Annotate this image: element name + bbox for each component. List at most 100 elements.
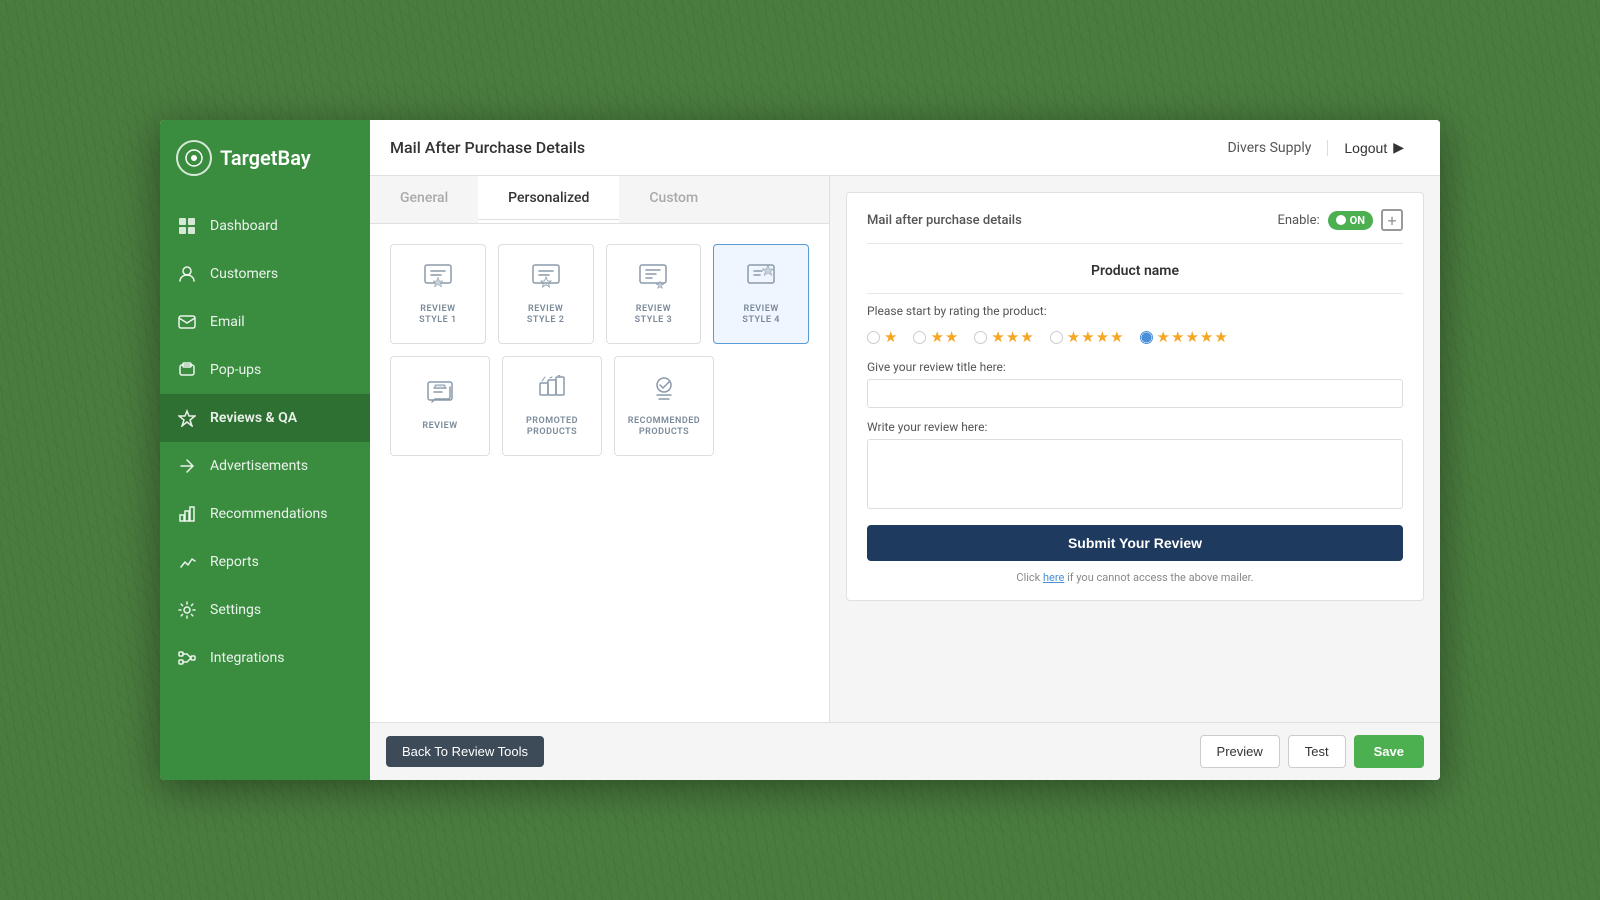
- page-header: Mail After Purchase Details Divers Suppl…: [370, 120, 1440, 176]
- sidebar-item-settings[interactable]: Settings: [160, 586, 370, 634]
- rating-option-1[interactable]: ★: [867, 328, 897, 346]
- template-card-style2-label: REVIEWSTYLE 2: [527, 304, 564, 326]
- recommendations-icon: [176, 503, 198, 525]
- main-content: Mail After Purchase Details Divers Suppl…: [370, 120, 1440, 780]
- review-style3-icon: [638, 263, 668, 298]
- toggle-switch[interactable]: ON: [1328, 211, 1373, 230]
- stars-5: ★ ★ ★ ★ ★: [1157, 328, 1228, 346]
- reviews-icon: [176, 407, 198, 429]
- sidebar-item-reports[interactable]: Reports: [160, 538, 370, 586]
- radio-4[interactable]: [1050, 331, 1063, 344]
- review-icon: [425, 380, 455, 415]
- template-card-style1-label: REVIEWSTYLE 1: [419, 304, 456, 326]
- sidebar-item-integrations[interactable]: Integrations: [160, 634, 370, 682]
- preview-header-right: Enable: ON +: [1277, 209, 1403, 231]
- save-button[interactable]: Save: [1354, 735, 1424, 768]
- click-here-text: Click here if you cannot access the abov…: [867, 571, 1403, 584]
- back-to-review-tools-button[interactable]: Back To Review Tools: [386, 736, 544, 767]
- right-panel: Mail after purchase details Enable: ON +: [830, 176, 1440, 722]
- sidebar-label-popups: Pop-ups: [210, 362, 261, 378]
- recommended-products-icon: [649, 375, 679, 410]
- star: ★: [1214, 328, 1227, 346]
- promoted-products-icon: [537, 375, 567, 410]
- star: ★: [1185, 328, 1198, 346]
- radio-1[interactable]: [867, 331, 880, 344]
- radio-3[interactable]: [974, 331, 987, 344]
- sidebar-item-reviews[interactable]: Reviews & QA: [160, 394, 370, 442]
- email-icon: [176, 311, 198, 333]
- template-card-style2[interactable]: REVIEWSTYLE 2: [498, 244, 594, 344]
- tab-custom[interactable]: Custom: [619, 176, 728, 223]
- sidebar-item-advertisements[interactable]: Advertisements: [160, 442, 370, 490]
- template-card-recommended[interactable]: RECOMMENDEDPRODUCTS: [614, 356, 714, 456]
- star: ★: [1006, 328, 1019, 346]
- star: ★: [1096, 328, 1109, 346]
- logout-button[interactable]: Logout ▶: [1328, 133, 1420, 162]
- settings-icon: [176, 599, 198, 621]
- radio-2[interactable]: [913, 331, 926, 344]
- star: ★: [1157, 328, 1170, 346]
- preview-header-title: Mail after purchase details: [867, 213, 1022, 228]
- template-grid: REVIEWSTYLE 1 REVIEWSTYLE 2: [370, 224, 829, 722]
- stars-2: ★ ★: [930, 328, 958, 346]
- footer-right-buttons: Preview Test Save: [1200, 735, 1424, 768]
- star: ★: [1171, 328, 1184, 346]
- product-name-text: Product name: [1091, 263, 1179, 279]
- star: ★: [1081, 328, 1094, 346]
- tabs: General Personalized Custom: [370, 176, 829, 224]
- advertisements-icon: [176, 455, 198, 477]
- sidebar-item-email[interactable]: Email: [160, 298, 370, 346]
- preview-container: Mail after purchase details Enable: ON +: [830, 176, 1440, 722]
- enable-label: Enable:: [1277, 213, 1319, 228]
- preview-button[interactable]: Preview: [1200, 735, 1280, 768]
- rating-option-4[interactable]: ★ ★ ★ ★: [1050, 328, 1124, 346]
- template-card-promoted[interactable]: PROMOTEDPRODUCTS: [502, 356, 602, 456]
- rating-option-5[interactable]: ★ ★ ★ ★ ★: [1140, 328, 1228, 346]
- test-button[interactable]: Test: [1288, 735, 1346, 768]
- review-body-textarea[interactable]: [867, 439, 1403, 509]
- rating-section: Please start by rating the product: ★: [867, 304, 1403, 346]
- submit-review-button[interactable]: Submit Your Review: [867, 525, 1403, 561]
- customers-icon: [176, 263, 198, 285]
- review-style4-icon: [746, 263, 776, 298]
- sidebar: TargetBay Dashboard: [160, 120, 370, 780]
- click-here-prefix: Click: [1016, 571, 1043, 584]
- star: ★: [884, 328, 897, 346]
- stars-1: ★: [884, 328, 897, 346]
- template-card-style4[interactable]: REVIEWSTYLE 4: [713, 244, 809, 344]
- sidebar-label-email: Email: [210, 314, 245, 330]
- radio-5-selected[interactable]: [1140, 331, 1153, 344]
- left-panel: General Personalized Custom: [370, 176, 830, 722]
- template-card-style3[interactable]: REVIEWSTYLE 3: [606, 244, 702, 344]
- sidebar-item-popups[interactable]: Pop-ups: [160, 346, 370, 394]
- sidebar-item-dashboard[interactable]: Dashboard: [160, 202, 370, 250]
- click-here-link[interactable]: here: [1043, 571, 1064, 584]
- template-card-review[interactable]: REVIEW: [390, 356, 490, 456]
- sidebar-item-customers[interactable]: Customers: [160, 250, 370, 298]
- popups-icon: [176, 359, 198, 381]
- integrations-icon: [176, 647, 198, 669]
- sidebar-label-reviews: Reviews & QA: [210, 410, 297, 426]
- logout-icon: ▶: [1393, 139, 1404, 156]
- preview-header: Mail after purchase details Enable: ON +: [867, 209, 1403, 244]
- review-body-label: Write your review here:: [867, 420, 1403, 434]
- footer-bar: Back To Review Tools Preview Test Save: [370, 722, 1440, 780]
- sidebar-label-settings: Settings: [210, 602, 261, 618]
- sidebar-label-reports: Reports: [210, 554, 259, 570]
- sidebar-label-advertisements: Advertisements: [210, 458, 308, 474]
- logout-label: Logout: [1344, 140, 1387, 156]
- add-button[interactable]: +: [1381, 209, 1403, 231]
- sidebar-item-recommendations[interactable]: Recommendations: [160, 490, 370, 538]
- header-actions: Divers Supply Logout ▶: [1227, 133, 1420, 162]
- star: ★: [930, 328, 943, 346]
- page-title: Mail After Purchase Details: [390, 138, 585, 157]
- rating-option-3[interactable]: ★ ★ ★: [974, 328, 1033, 346]
- review-title-input[interactable]: [867, 379, 1403, 408]
- template-card-style1[interactable]: REVIEWSTYLE 1: [390, 244, 486, 344]
- rating-option-2[interactable]: ★ ★: [913, 328, 958, 346]
- tab-personalized[interactable]: Personalized: [478, 176, 619, 223]
- tab-general[interactable]: General: [370, 176, 478, 223]
- reports-icon: [176, 551, 198, 573]
- toggle-text: ON: [1350, 214, 1365, 227]
- preview-card: Mail after purchase details Enable: ON +: [846, 192, 1424, 601]
